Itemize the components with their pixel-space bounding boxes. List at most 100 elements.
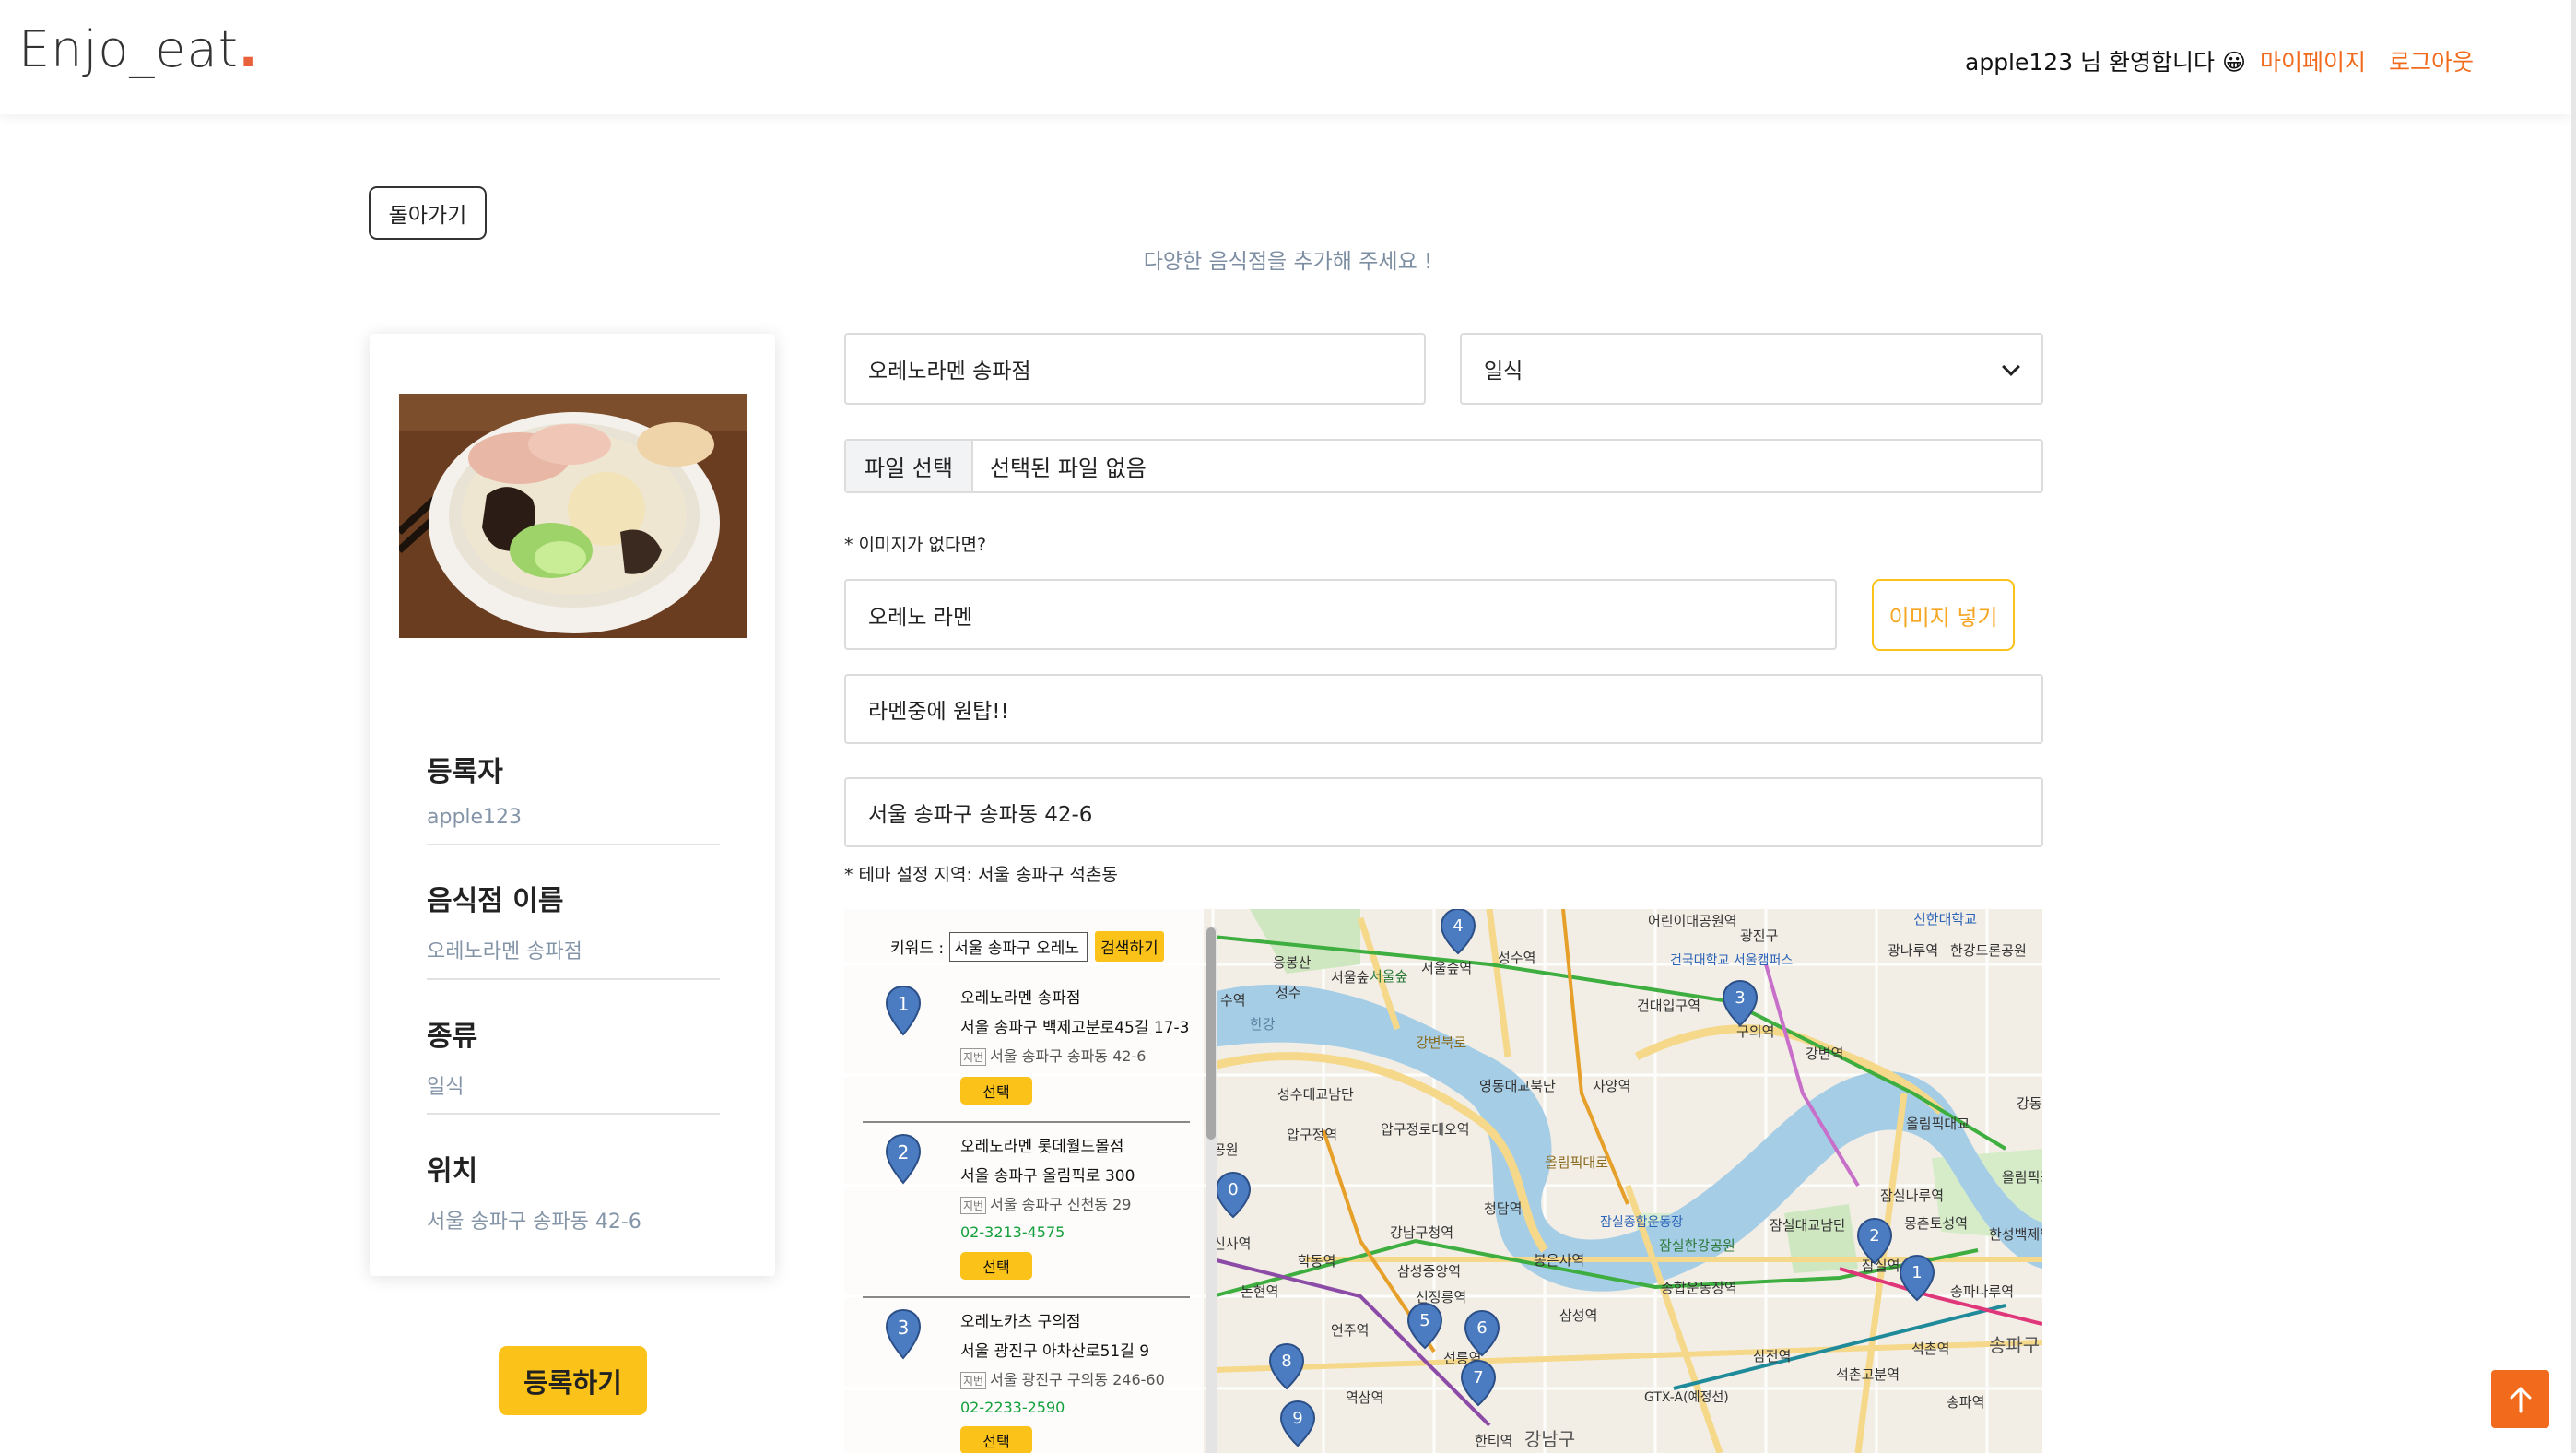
map-label: 언주역: [1331, 1322, 1369, 1339]
chevron-down-icon: [2002, 358, 2020, 376]
map-label: 석촌고분역: [1836, 1366, 1900, 1383]
summary-label: 종류: [427, 1021, 478, 1053]
map-label: 강변역: [1806, 1045, 1843, 1062]
logout-link[interactable]: 로그아웃: [2389, 44, 2474, 77]
result-name[interactable]: 오레노카츠 구의점: [960, 1308, 1081, 1331]
result-divider: [863, 1121, 1190, 1123]
category-select[interactable]: 일식: [1460, 333, 2043, 405]
restaurant-image: [399, 394, 747, 638]
summary-row-category: 종류 일식: [427, 1013, 720, 1100]
result-jibun-address: 지번 서울 광진구 구의동 246-60: [960, 1367, 1165, 1389]
map-label: 송파나루역: [1950, 1283, 2014, 1300]
map-label: 신사역: [1213, 1235, 1251, 1252]
map-label: 잠실역: [1862, 1258, 1900, 1274]
category-selected-value: 일식: [1484, 360, 1523, 384]
map-label: 강동: [2017, 1095, 2042, 1112]
keyword-label: 키워드 :: [890, 939, 945, 958]
page-scrollbar[interactable]: [2571, 0, 2576, 1453]
results-scrollbar[interactable]: [1206, 927, 1217, 1453]
results-scrollbar-thumb[interactable]: [1206, 927, 1216, 1140]
map-label: 올림픽대로: [1545, 1154, 1608, 1171]
restaurant-name-input[interactable]: 오레노라멘 송파점: [844, 333, 1426, 405]
map-label: 한티역: [1475, 1433, 1512, 1449]
ramen-bowl-picture: [399, 394, 747, 638]
scroll-to-top-button[interactable]: [2491, 1370, 2549, 1428]
result-jibun-address: 지번 서울 송파구 송파동 42-6: [960, 1044, 1146, 1066]
map-label: 삼성중앙역: [1397, 1263, 1461, 1280]
map-label: 광나루역: [1888, 942, 1938, 959]
jibun-tag: 지번: [960, 1372, 987, 1389]
select-result-button[interactable]: 선택: [960, 1426, 1032, 1453]
marker-2-icon: 2: [885, 1133, 922, 1185]
kakao-map[interactable]: 응봉산 서울숲 서울숲역 성수역 건대입구역 구의역 강변역 광나루역 어린이대…: [844, 909, 2042, 1453]
map-label: 역삼역: [1346, 1389, 1383, 1406]
svg-text:8: 8: [1281, 1352, 1291, 1371]
back-button[interactable]: 돌아가기: [369, 186, 487, 240]
search-result-item[interactable]: 2 오레노라멘 롯데월드몰점 서울 송파구 올림픽로 300 지번 서울 송파구 …: [863, 1133, 1185, 1290]
select-result-button[interactable]: 선택: [960, 1252, 1032, 1280]
map-label: 삼전역: [1753, 1348, 1791, 1364]
summary-label: 등록자: [427, 756, 503, 788]
divider: [427, 1113, 720, 1115]
search-results-panel[interactable]: 키워드 : 서울 송파구 오레노 검색하기 1 오레노라멘 송파점 서울 송파구…: [844, 909, 1204, 1453]
search-result-item[interactable]: 1 오레노라멘 송파점 서울 송파구 백제고분로45길 17-3 지번 서울 송파…: [863, 985, 1189, 1105]
image-keyword-input[interactable]: 오레노 라멘: [844, 579, 1837, 650]
map-label: 서울숲: [1370, 968, 1407, 985]
map-label: 잠실종합운동장: [1600, 1215, 1683, 1230]
result-name[interactable]: 오레노라멘 송파점: [960, 985, 1081, 1008]
search-result-item[interactable]: 3 오레노카츠 구의점 서울 광진구 아차산로51길 9 지번 서울 광진구 구의…: [863, 1308, 1185, 1453]
map-label: 몽촌토성역: [1904, 1215, 1968, 1232]
address-input[interactable]: 서울 송파구 송파동 42-6: [844, 777, 2043, 847]
description-input[interactable]: 라멘중에 원탑!!: [844, 674, 2043, 744]
result-road-address: 서울 광진구 아차산로51길 9: [960, 1342, 1150, 1361]
map-label: 압구정로데오역: [1381, 1121, 1470, 1138]
map-label: 공원: [1213, 1141, 1239, 1158]
insert-image-button[interactable]: 이미지 넣기: [1872, 579, 2015, 651]
file-upload-input[interactable]: 파일 선택 선택된 파일 없음: [844, 439, 2043, 493]
map-label: 강남구청역: [1390, 1224, 1453, 1241]
svg-text:2: 2: [1869, 1226, 1879, 1246]
map-label: 성수역: [1498, 950, 1535, 966]
map-label: 한성백제역: [1989, 1226, 2042, 1243]
svg-text:9: 9: [1292, 1409, 1302, 1428]
site-logo[interactable]: Enjo_eat.: [18, 20, 258, 78]
restaurant-summary-card: 등록자 apple123 음식점 이름 오레노라멘 송파점 종류 일식 위치 서…: [370, 334, 775, 1276]
keyword-input[interactable]: 서울 송파구 오레노: [949, 931, 1088, 962]
choose-file-button[interactable]: 파일 선택: [846, 441, 973, 491]
svg-text:6: 6: [1476, 1318, 1487, 1338]
summary-row-location: 위치 서울 송파구 송파동 42-6: [427, 1148, 720, 1234]
register-button[interactable]: 등록하기: [499, 1346, 647, 1415]
map-label: 한강드론공원: [1950, 942, 2027, 959]
mypage-link[interactable]: 마이페이지: [2260, 44, 2366, 77]
map-label: 압구정역: [1287, 1127, 1337, 1143]
select-result-button[interactable]: 선택: [960, 1077, 1032, 1105]
svg-text:1: 1: [1911, 1263, 1922, 1282]
logo-dot: .: [238, 20, 259, 78]
map-label: 석촌역: [1911, 1341, 1949, 1357]
result-name[interactable]: 오레노라멘 롯데월드몰점: [960, 1133, 1123, 1156]
result-divider: [863, 1296, 1190, 1298]
svg-text:7: 7: [1473, 1368, 1483, 1388]
map-label: 강변북로: [1416, 1034, 1466, 1051]
map-label: 자양역: [1593, 1078, 1630, 1094]
map-label: 종합운동장역: [1661, 1280, 1737, 1296]
result-road-address: 서울 송파구 백제고분로45길 17-3: [960, 1019, 1190, 1037]
search-button[interactable]: 검색하기: [1095, 931, 1164, 962]
map-label: 학동역: [1298, 1253, 1335, 1270]
summary-label: 위치: [427, 1155, 478, 1187]
summary-label: 음식점 이름: [427, 885, 564, 917]
divider: [427, 978, 720, 980]
map-label: 강남구: [1524, 1428, 1575, 1450]
map-label: 성수: [1276, 985, 1301, 1001]
map-label: 응봉산: [1273, 954, 1312, 971]
map-label: 송파구: [1989, 1334, 2040, 1356]
file-name-label: 선택된 파일 없음: [989, 455, 1147, 481]
summary-value: 서울 송파구 송파동 42-6: [427, 1211, 641, 1234]
divider: [427, 844, 720, 845]
svg-text:0: 0: [1228, 1180, 1238, 1199]
result-phone: 02-2233-2590: [960, 1399, 1065, 1416]
map-label: 송파역: [1947, 1394, 1984, 1411]
map-label: 잠실한강공원: [1659, 1237, 1735, 1254]
result-jibun-address: 지번 서울 송파구 신천동 29: [960, 1192, 1131, 1214]
top-navbar: Enjo_eat. apple123 님 환영합니다 😀 마이페이지 로그아웃: [0, 0, 2571, 114]
